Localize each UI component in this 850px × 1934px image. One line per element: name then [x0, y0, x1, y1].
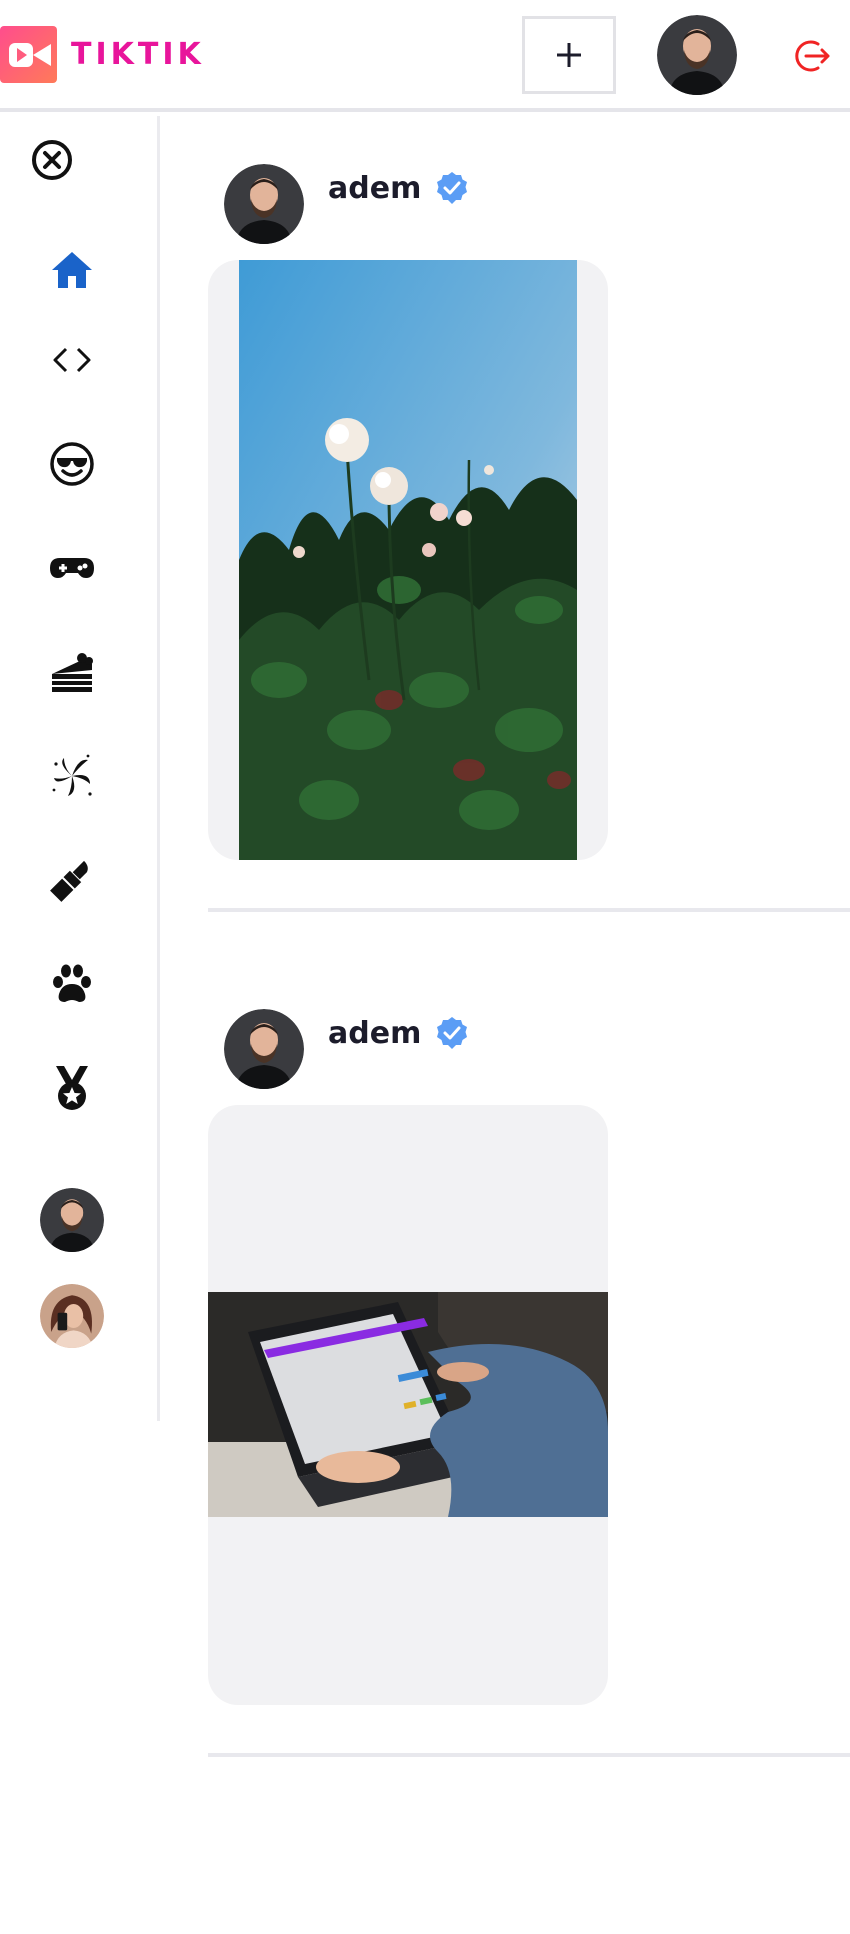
- topic-animals[interactable]: [44, 956, 100, 1012]
- close-circle-icon: [32, 140, 72, 180]
- video-camera-icon: [0, 26, 57, 83]
- brand-name: TIKTIK: [71, 37, 205, 72]
- suggested-account-2[interactable]: [40, 1284, 104, 1348]
- post-divider: [208, 908, 850, 912]
- verified-badge-icon: [437, 1017, 468, 1049]
- sunglasses-face-icon: [50, 442, 94, 486]
- home-icon: [52, 252, 92, 288]
- adem-avatar: [224, 164, 304, 244]
- post-avatar[interactable]: [224, 1009, 304, 1089]
- post-author: adem: [224, 164, 469, 244]
- topic-dance[interactable]: [44, 748, 100, 804]
- adem-avatar: [224, 1009, 304, 1089]
- adem-avatar: [40, 1188, 104, 1252]
- topic-gaming[interactable]: [44, 540, 100, 596]
- logout-icon: [795, 40, 830, 72]
- video-player[interactable]: [208, 1105, 608, 1705]
- logout-button[interactable]: [792, 36, 832, 76]
- sidebar: [0, 116, 160, 1421]
- post-avatar[interactable]: [224, 164, 304, 244]
- tiktik-logo[interactable]: TIKTIK: [0, 26, 205, 83]
- cake-icon: [52, 653, 93, 692]
- topic-comedy[interactable]: [44, 436, 100, 492]
- suggested-account-adem[interactable]: [40, 1188, 104, 1252]
- user-avatar-icon: [657, 15, 737, 95]
- dance-icon: [52, 754, 92, 796]
- laptop-video: [208, 1292, 608, 1517]
- post-author: adem: [224, 1009, 469, 1089]
- post-username: adem: [328, 170, 422, 206]
- verified-badge-icon: [437, 172, 468, 204]
- paw-icon: [53, 964, 91, 1002]
- topic-sports[interactable]: [44, 1060, 100, 1116]
- post-username-link[interactable]: adem: [328, 1016, 469, 1051]
- woman-avatar: [40, 1284, 104, 1348]
- post-divider: [208, 1753, 850, 1757]
- gamepad-icon: [50, 558, 94, 578]
- topic-food[interactable]: [44, 644, 100, 700]
- close-sidebar-button[interactable]: [30, 138, 74, 182]
- header-user-avatar[interactable]: [657, 15, 737, 95]
- upload-button[interactable]: [522, 16, 616, 94]
- plus-icon: [557, 43, 581, 67]
- topic-beauty[interactable]: [44, 852, 100, 908]
- rose-bush-video: [239, 260, 577, 860]
- top-header: TIKTIK: [0, 0, 850, 112]
- topic-home[interactable]: [44, 242, 100, 298]
- video-player[interactable]: [208, 260, 608, 860]
- post-username: adem: [328, 1015, 422, 1051]
- post-username-link[interactable]: adem: [328, 171, 469, 206]
- topic-development[interactable]: [44, 332, 100, 388]
- code-icon: [53, 347, 91, 373]
- medal-icon: [56, 1066, 88, 1110]
- lipstick-icon: [50, 860, 88, 902]
